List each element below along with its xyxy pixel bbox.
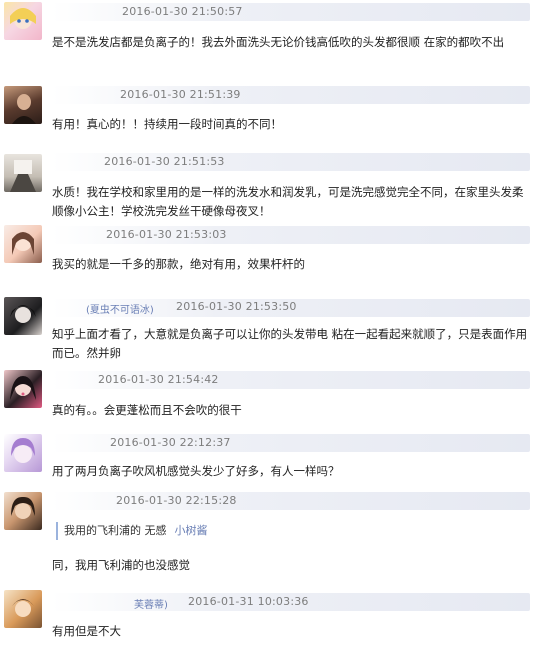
quote-username[interactable]: 小树酱: [175, 524, 208, 537]
comment-timestamp: 2016-01-31 10:03:36: [188, 595, 309, 608]
avatar[interactable]: [4, 434, 42, 472]
comment-timestamp: 2016-01-30 22:12:37: [110, 436, 231, 449]
comment-text: 水质！我在学校和家里用的是一样的洗发水和润发乳，可是洗完感觉完全不同，在家里头发…: [52, 185, 524, 218]
comment-text: 知乎上面才看了，大意就是负离子可以让你的头发带电 粘在一起看起来就顺了，只是表面…: [52, 327, 528, 360]
comment-timestamp: 2016-01-30 21:53:50: [176, 300, 297, 313]
comment-username[interactable]: 芙蓉蒂): [134, 596, 168, 611]
comment-text: 是不是洗发店都是负离子的！我去外面洗头无论价钱高低吹的头发都很顺 在家的都吹不出: [52, 35, 505, 49]
avatar[interactable]: [4, 370, 42, 408]
avatar[interactable]: [4, 154, 42, 192]
comment-text: 有用！真心的！！持续用一段时间真的不同！: [52, 117, 282, 131]
comment-text: 同，我用飞利浦的也没感觉: [52, 558, 190, 572]
avatar[interactable]: [4, 492, 42, 530]
quote-text: 我用的飞利浦的 无感: [64, 524, 167, 537]
avatar[interactable]: [4, 297, 42, 335]
comment-text: 有用但是不大: [52, 624, 121, 638]
comment-username[interactable]: (夏虫不可语冰): [86, 301, 154, 316]
comment-timestamp: 2016-01-30 21:50:57: [122, 5, 243, 18]
avatar[interactable]: [4, 86, 42, 124]
comment-text: 我买的就是一千多的那款，绝对有用，效果杆杆的: [52, 257, 305, 271]
comment-timestamp: 2016-01-30 21:53:03: [106, 228, 227, 241]
avatar[interactable]: [4, 590, 42, 628]
avatar[interactable]: [4, 2, 42, 40]
comment-text: 真的有。。会更蓬松而且不会吹的很干: [52, 403, 242, 417]
comment-timestamp: 2016-01-30 21:51:39: [120, 88, 241, 101]
comment-timestamp: 2016-01-30 21:51:53: [104, 155, 225, 168]
avatar[interactable]: [4, 225, 42, 263]
quoted-reply: 我用的飞利浦的 无感 小树酱: [56, 522, 208, 540]
comment-timestamp: 2016-01-30 21:54:42: [98, 373, 219, 386]
comment-text: 用了两月负离子吹风机感觉头发少了好多，有人一样吗？: [52, 464, 340, 478]
comment-timestamp: 2016-01-30 22:15:28: [116, 494, 237, 507]
